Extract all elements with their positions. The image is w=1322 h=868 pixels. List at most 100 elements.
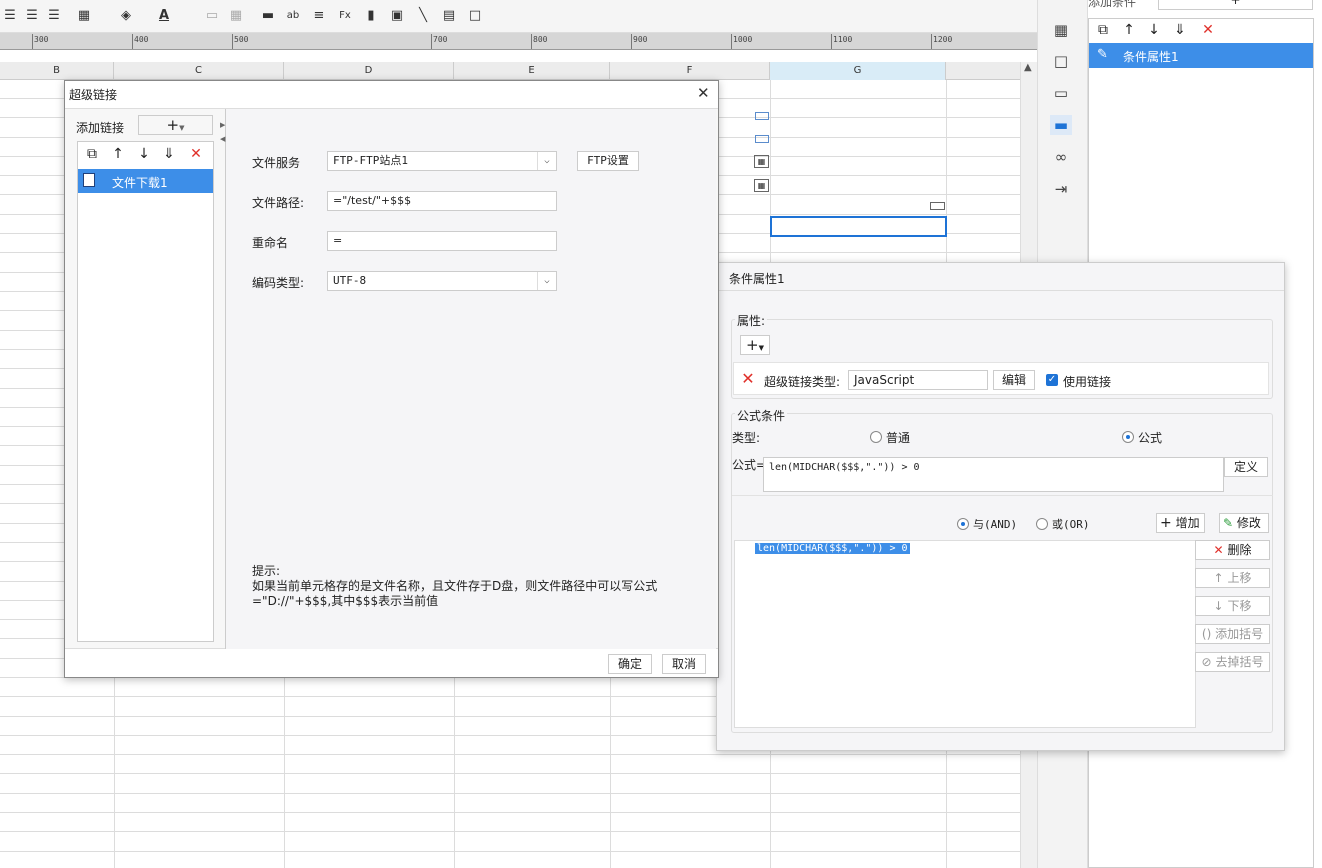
border-style-icon[interactable]: □	[467, 9, 483, 23]
file-path-label: 文件路径:	[252, 196, 305, 210]
condition-attribute-icon[interactable]: ▬	[1050, 115, 1072, 135]
slash-icon[interactable]: ╲	[415, 9, 431, 23]
ruler-tick: 900	[633, 35, 648, 44]
bracket-remove-icon: ⊘	[1201, 655, 1212, 669]
move-up-icon[interactable]: ↑	[109, 145, 127, 163]
ok-button[interactable]: 确定	[608, 654, 652, 674]
column-e[interactable]: E	[454, 62, 610, 80]
subreport-icon[interactable]: ▤	[441, 9, 457, 23]
column-c[interactable]: C	[114, 62, 284, 80]
chevron-down-icon[interactable]: ⌵	[537, 272, 556, 290]
column-d[interactable]: D	[284, 62, 454, 80]
font-color-icon[interactable]: A	[156, 9, 172, 23]
move-down-button[interactable]: ↓ 下移	[1195, 596, 1270, 616]
formula-radio[interactable]	[1122, 431, 1134, 443]
dialog-title: 条件属性1	[729, 272, 785, 286]
add-link-label: 添加链接	[76, 121, 125, 135]
add-property-button[interactable]: +▼	[740, 335, 770, 355]
delete-button[interactable]: ✕ 删除	[1195, 540, 1270, 560]
close-icon[interactable]: ✕	[697, 84, 710, 102]
toolbar: ☰ ☰ ☰ ▦ ◈ A ▭ ▦ ▬ ab ≡ Fx ▮ ▣ ╲ ▤ □	[0, 0, 1037, 33]
rename-field[interactable]: =	[327, 231, 557, 251]
move-up-button[interactable]: ↑ 上移	[1195, 568, 1270, 588]
fill-color-icon[interactable]: ◈	[118, 9, 134, 23]
link-list-box: ⧉ ↑ ↓ ⇓ ✕ 文件下载1	[77, 141, 214, 642]
remove-bracket-button[interactable]: ⊘ 去掉括号	[1195, 652, 1270, 672]
or-radio[interactable]	[1036, 518, 1048, 530]
bracket-icon: ()	[1201, 627, 1212, 641]
use-link-checkbox[interactable]: ✓	[1046, 374, 1058, 386]
calendar-icon: ▦	[754, 155, 769, 168]
collapse-arrow-icon[interactable]: ▶	[220, 121, 225, 129]
delete-icon[interactable]: ✕	[187, 145, 205, 163]
text-icon[interactable]: ab	[285, 9, 301, 23]
column-b[interactable]: B	[0, 62, 114, 80]
copy-icon[interactable]: ⧉	[1094, 21, 1112, 39]
column-header: B C D E F G	[0, 62, 1020, 80]
formula-field[interactable]: len(MIDCHAR($$$,".")) > 0	[763, 457, 1224, 492]
delete-property-icon[interactable]: ✕	[739, 370, 757, 388]
add-condition-button[interactable]: +	[1158, 0, 1313, 10]
move-bottom-icon[interactable]: ⇓	[1171, 21, 1189, 39]
list-item-label: 条件属性1	[1123, 50, 1179, 64]
delete-icon[interactable]: ✕	[1199, 21, 1217, 39]
arrow-up-icon: ↑	[1213, 571, 1224, 585]
cancel-button[interactable]: 取消	[662, 654, 706, 674]
ruler-tick: 800	[533, 35, 548, 44]
selected-cell[interactable]	[770, 216, 947, 237]
condition-item[interactable]: len(MIDCHAR($$$,".")) > 0	[755, 543, 910, 554]
copy-icon[interactable]: ⧉	[83, 145, 101, 163]
list-item[interactable]: 文件下载1	[78, 169, 213, 193]
cell-attribute-icon[interactable]: ▦	[1050, 20, 1072, 40]
align-left-icon[interactable]: ☰	[2, 9, 18, 23]
align-center-icon[interactable]: ☰	[24, 9, 40, 23]
file-path-field[interactable]: ="/test/"+$$$	[327, 191, 557, 211]
hyperlink-icon[interactable]: ∞	[1050, 147, 1072, 167]
move-down-icon[interactable]: ↓	[135, 145, 153, 163]
normal-radio[interactable]	[870, 431, 882, 443]
list-item[interactable]: ✎ 条件属性1	[1089, 43, 1313, 68]
encoding-label: 编码类型:	[252, 276, 305, 290]
import-icon[interactable]: ⇥	[1050, 179, 1072, 199]
column-g[interactable]: G	[770, 62, 946, 80]
move-down-icon[interactable]: ↓	[1145, 21, 1163, 39]
file-service-select[interactable]: FTP-FTP站点1 ⌵	[327, 151, 557, 171]
plus-icon: +	[166, 116, 180, 134]
move-bottom-icon[interactable]: ⇓	[160, 145, 178, 163]
move-up-icon[interactable]: ↑	[1120, 21, 1138, 39]
ruler-tick: 700	[433, 35, 448, 44]
image-icon[interactable]: ▣	[389, 9, 405, 23]
paragraph-icon[interactable]: ≡	[311, 9, 327, 23]
condition-list[interactable]: len(MIDCHAR($$$,".")) > 0	[734, 540, 1196, 728]
widget-marker-icon	[755, 112, 769, 120]
cell-style-icon[interactable]: □	[1050, 51, 1072, 71]
encoding-select[interactable]: UTF-8 ⌵	[327, 271, 557, 291]
ftp-settings-button[interactable]: FTP设置	[577, 151, 639, 171]
edit-button[interactable]: 编辑	[993, 370, 1035, 390]
and-radio[interactable]	[957, 518, 969, 530]
split-cell-icon[interactable]: ▦	[228, 9, 244, 23]
align-right-icon[interactable]: ☰	[46, 9, 62, 23]
widget-icon[interactable]: ▭	[1050, 83, 1072, 103]
add-link-button[interactable]: +▼	[138, 115, 213, 135]
expand-arrow-icon[interactable]: ◀	[220, 135, 225, 143]
chart-icon[interactable]: ▮	[363, 9, 379, 23]
insert-row-icon[interactable]: ▬	[260, 9, 276, 23]
hyperlink-type-field[interactable]: JavaScript	[848, 370, 988, 390]
merge-cell-icon[interactable]: ▭	[204, 9, 220, 23]
use-link-label: 使用链接	[1063, 375, 1112, 389]
border-icon[interactable]: ▦	[76, 9, 92, 23]
hyperlink-type-label: 超级链接类型:	[764, 375, 841, 389]
formula-icon[interactable]: Fx	[337, 9, 353, 23]
define-button[interactable]: 定义	[1224, 457, 1268, 477]
column-f[interactable]: F	[610, 62, 770, 80]
modify-button[interactable]: ✎ 修改	[1219, 513, 1269, 533]
add-bracket-button[interactable]: () 添加括号	[1195, 624, 1270, 644]
grid-row-line	[0, 831, 1020, 832]
scroll-up-icon[interactable]: ▲	[1024, 62, 1032, 73]
add-button[interactable]: + 增加	[1156, 513, 1205, 533]
arrow-down-icon: ↓	[1213, 599, 1224, 613]
panel-header: 添加条件	[1088, 0, 1137, 9]
chevron-down-icon[interactable]: ⌵	[537, 152, 556, 170]
normal-radio-label: 普通	[886, 431, 911, 445]
